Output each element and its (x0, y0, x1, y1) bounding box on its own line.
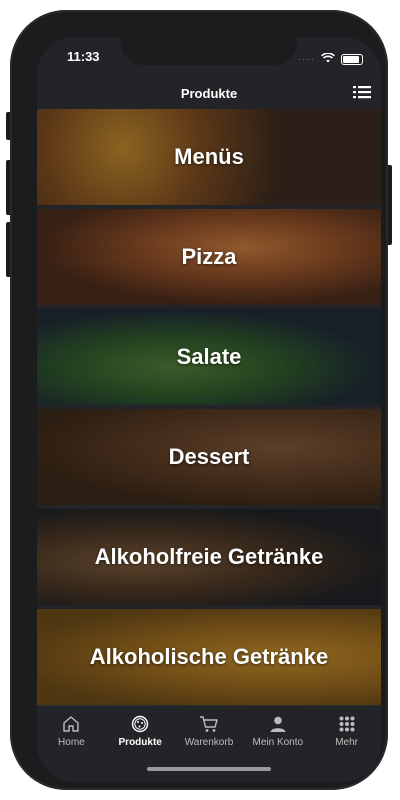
category-pizza[interactable]: Pizza (37, 209, 381, 305)
list-icon (353, 86, 371, 99)
phone-frame: 11:33 ···· Produkte Menüs Pizza Salate D… (10, 10, 388, 790)
category-label: Salate (176, 344, 242, 369)
pizza-icon (130, 714, 150, 734)
tab-label: Mein Konto (252, 737, 304, 748)
category-label: Dessert (168, 444, 250, 469)
home-indicator (147, 767, 271, 771)
signal-icon: ···· (297, 53, 315, 65)
battery-icon (341, 53, 363, 65)
status-time: 11:33 (67, 49, 100, 64)
tab-home[interactable]: Home (37, 706, 106, 758)
tab-label: Warenkorb (184, 737, 234, 748)
tab-produkte[interactable]: Produkte (106, 706, 175, 758)
cart-icon (199, 714, 219, 734)
wifi-icon (321, 50, 335, 68)
home-icon (61, 714, 81, 734)
grid-icon (337, 714, 357, 734)
category-label: Alkoholfreie Getränke (94, 544, 324, 569)
tab-mehr[interactable]: Mehr (312, 706, 381, 758)
list-menu-button[interactable] (353, 84, 371, 100)
category-label: Menüs (174, 144, 244, 169)
user-icon (268, 714, 288, 734)
screen: 11:33 ···· Produkte Menüs Pizza Salate D… (37, 37, 381, 782)
nav-bar: Produkte (37, 77, 381, 109)
category-list: Menüs Pizza Salate Dessert Alkoholfreie (37, 109, 381, 709)
category-salate[interactable]: Salate (37, 309, 381, 405)
category-alkoholfreie-getraenke[interactable]: Alkoholfreie Getränke (37, 509, 381, 605)
page-title: Produkte (180, 85, 238, 101)
notch (121, 37, 297, 65)
status-icons: ···· (298, 50, 363, 68)
category-dessert[interactable]: Dessert (37, 409, 381, 505)
tab-mein-konto[interactable]: Mein Konto (243, 706, 312, 758)
tab-label: Home (58, 737, 85, 748)
category-menus[interactable]: Menüs (37, 109, 381, 205)
tab-bar: Home Produkte Warenkorb Mein Konto Mehr (37, 705, 381, 758)
tab-warenkorb[interactable]: Warenkorb (175, 706, 244, 758)
tab-label: Produkte (118, 737, 162, 748)
category-label: Alkoholische Getränke (89, 644, 329, 669)
category-label: Pizza (181, 244, 237, 269)
tab-label: Mehr (335, 737, 358, 748)
category-alkoholische-getraenke[interactable]: Alkoholische Getränke (37, 609, 381, 705)
